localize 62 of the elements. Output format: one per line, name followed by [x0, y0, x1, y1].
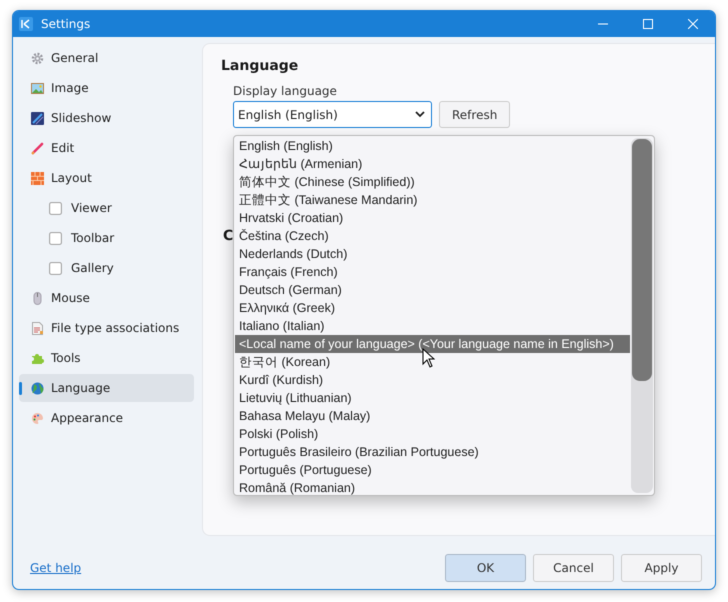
- dropdown-option[interactable]: Português (Portuguese): [235, 461, 630, 479]
- square-icon: [49, 262, 62, 274]
- sidebar-item[interactable]: Language: [19, 374, 194, 402]
- dropdown-option[interactable]: Ελληνικά (Greek): [235, 299, 630, 317]
- dialog-button[interactable]: Apply: [621, 554, 702, 582]
- dropdown-option[interactable]: Deutsch (German): [235, 281, 630, 299]
- window-title: Settings: [41, 17, 92, 31]
- app-icon: [19, 17, 33, 31]
- close-icon: [688, 19, 698, 29]
- mouse-icon: [31, 292, 44, 304]
- section-heading: Language: [221, 58, 300, 74]
- dropdown-option[interactable]: Lietuvių (Lithuanian): [235, 389, 630, 407]
- gear-icon: [31, 52, 44, 64]
- section-heading: C: [223, 228, 234, 244]
- caret-icon: [415, 111, 425, 118]
- dropdown-option[interactable]: Polski (Polish): [235, 425, 630, 443]
- sidebar-item[interactable]: Mouse: [19, 284, 194, 312]
- help-link[interactable]: Get help: [30, 561, 445, 575]
- dropdown-option[interactable]: Italiano (Italian): [235, 317, 630, 335]
- square-icon: [49, 202, 62, 214]
- refresh-button[interactable]: Refresh: [439, 101, 510, 128]
- dropdown-option[interactable]: 简体中文 (Chinese (Simplified)): [235, 173, 630, 191]
- sidebar-item[interactable]: Image: [19, 74, 194, 102]
- pencil-icon: [31, 142, 44, 154]
- sidebar-item[interactable]: General: [19, 44, 194, 72]
- globe-icon: [31, 382, 44, 394]
- image-icon: [31, 82, 44, 94]
- dropdown-option[interactable]: Հայերեն (Armenian): [235, 155, 630, 173]
- field-label: Display language: [233, 84, 338, 98]
- dropdown-option[interactable]: <Local name of your language> (<Your language name in English>): [235, 335, 630, 353]
- sidebar-item[interactable]: File type associations: [19, 314, 194, 342]
- dropdown-option[interactable]: 正體中文 (Taiwanese Mandarin): [235, 191, 630, 209]
- dialog-button[interactable]: OK: [445, 554, 526, 582]
- dropdown-option[interactable]: 한국어 (Korean): [235, 353, 630, 371]
- dropdown-option[interactable]: Français (French): [235, 263, 630, 281]
- sidebar-item[interactable]: Layout: [19, 164, 194, 192]
- dropdown-option[interactable]: Português Brasileiro (Brazilian Portuguese): [235, 443, 630, 461]
- brick-wall-icon: [31, 172, 44, 184]
- dropdown-option[interactable]: Kurdî (Kurdish): [235, 371, 630, 389]
- puzzle-icon: [31, 352, 44, 364]
- dropdown-option[interactable]: Română (Romanian): [235, 479, 630, 497]
- dropdown-option[interactable]: Čeština (Czech): [235, 227, 630, 245]
- dropdown-option[interactable]: Bahasa Melayu (Malay): [235, 407, 630, 425]
- dialog-button[interactable]: Cancel: [533, 554, 614, 582]
- scrollbar[interactable]: [631, 138, 653, 493]
- dropdown-option[interactable]: Hrvatski (Croatian): [235, 209, 630, 227]
- dropdown-option[interactable]: English (English): [235, 137, 630, 155]
- palette-icon: [31, 412, 44, 424]
- sidebar-item[interactable]: Viewer: [19, 194, 194, 222]
- dropdown-option[interactable]: Nederlands (Dutch): [235, 245, 630, 263]
- sidebar-item[interactable]: Tools: [19, 344, 194, 372]
- square-icon: [49, 232, 62, 244]
- sidebar-item[interactable]: Edit: [19, 134, 194, 162]
- sidebar-item[interactable]: Slideshow: [19, 104, 194, 132]
- sidebar-item[interactable]: Gallery: [19, 254, 194, 282]
- maximize-icon: [642, 19, 652, 29]
- slideshow-icon: [31, 112, 44, 124]
- language-dropdown[interactable]: English (English): [233, 101, 432, 128]
- sidebar-item[interactable]: Toolbar: [19, 224, 194, 252]
- sidebar-item[interactable]: Appearance: [19, 404, 194, 432]
- document-icon: [31, 322, 44, 334]
- scrollbar-thumb[interactable]: [632, 139, 652, 381]
